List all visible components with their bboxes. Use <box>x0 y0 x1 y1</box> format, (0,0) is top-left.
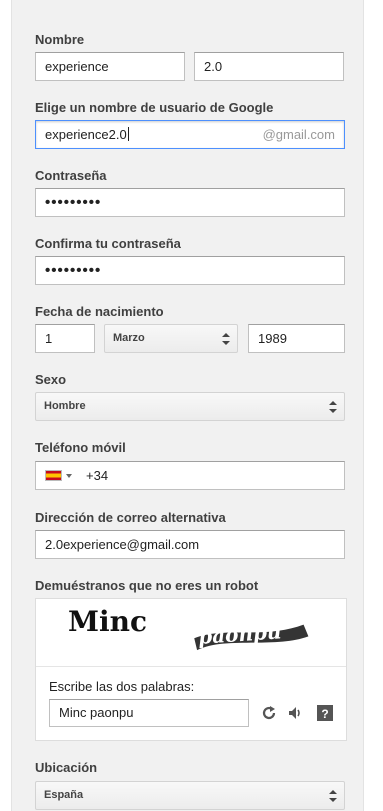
birth-year-field[interactable]: 1989 <box>248 324 345 353</box>
name-label: Nombre <box>35 32 85 47</box>
captcha-word-2: paonpu <box>197 619 282 649</box>
birth-day-field[interactable]: 1 <box>35 324 95 353</box>
svg-text:?: ? <box>321 707 328 721</box>
captcha-image: Minc paonpu <box>36 599 346 667</box>
location-select[interactable]: España <box>35 781 345 810</box>
gender-select[interactable]: Hombre <box>35 392 345 421</box>
spain-flag-icon[interactable] <box>45 470 62 481</box>
text-caret <box>127 127 129 141</box>
help-icon[interactable]: ? <box>316 704 334 722</box>
location-label: Ubicación <box>35 760 98 775</box>
captcha-box: Minc paonpu Escribe las dos palabras: Mi… <box>35 598 347 741</box>
phone-label: Teléfono móvil <box>35 440 126 455</box>
gender-value: Hombre <box>44 400 86 412</box>
confirm-password-field[interactable]: ••••••••• <box>35 256 345 285</box>
select-arrows-icon <box>329 401 337 413</box>
captcha-input[interactable]: Minc paonpu <box>49 699 249 727</box>
refresh-icon[interactable] <box>260 704 278 722</box>
gender-label: Sexo <box>35 372 67 387</box>
username-label: Elige un nombre de usuario de Google <box>35 100 274 115</box>
phone-prefix: +34 <box>86 468 109 483</box>
birthdate-label: Fecha de nacimiento <box>35 304 164 319</box>
last-name-field[interactable]: 2.0 <box>194 52 344 81</box>
select-arrows-icon <box>329 790 337 802</box>
select-arrows-icon <box>222 333 230 345</box>
username-field[interactable]: experience2.0 @gmail.com <box>35 120 345 149</box>
phone-field[interactable]: +34 <box>35 461 345 490</box>
location-value: España <box>44 789 84 801</box>
captcha-prompt: Escribe las dos palabras: <box>49 679 195 694</box>
chevron-down-icon[interactable] <box>66 474 72 478</box>
gmail-suffix: @gmail.com <box>262 127 335 142</box>
password-field[interactable]: ••••••••• <box>35 188 345 217</box>
confirm-password-label: Confirma tu contraseña <box>35 236 181 251</box>
captcha-label: Demuéstranos que no eres un robot <box>35 578 259 593</box>
birth-month-select[interactable]: Marzo <box>104 324 238 353</box>
captcha-word-1: Minc <box>68 605 147 638</box>
audio-icon[interactable] <box>286 704 304 722</box>
alt-email-field[interactable]: 2.0experience@gmail.com <box>35 530 345 559</box>
first-name-field[interactable]: experience <box>35 52 185 81</box>
username-value: experience2.0 <box>45 127 127 142</box>
password-label: Contraseña <box>35 168 107 183</box>
birth-month-value: Marzo <box>113 332 145 344</box>
alt-email-label: Dirección de correo alternativa <box>35 510 226 525</box>
